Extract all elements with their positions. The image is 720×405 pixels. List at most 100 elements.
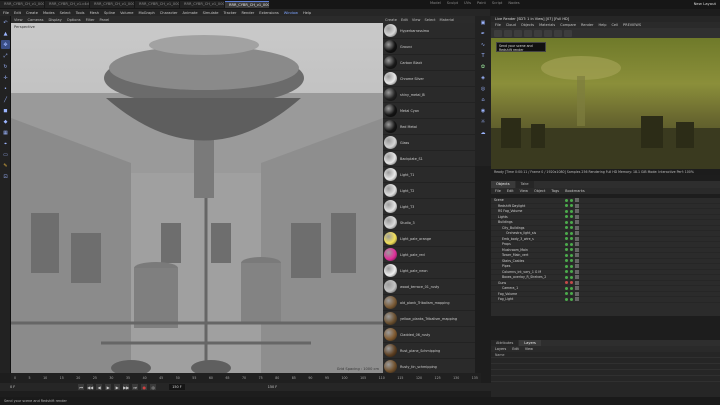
autokey-icon[interactable]: ◎ <box>150 384 157 390</box>
render-button[interactable] <box>494 29 502 37</box>
polygons-mode-icon[interactable]: ◼ <box>1 106 10 115</box>
menu-extensions[interactable]: Extensions <box>259 11 279 15</box>
material-item[interactable]: Metal Cyan <box>383 103 475 119</box>
compare-button[interactable] <box>534 29 542 37</box>
material-menu-view[interactable]: View <box>412 18 421 22</box>
picture-viewer-menu-item[interactable]: Cloud <box>506 23 516 27</box>
document-tab[interactable]: RRR_CYBR_CH_v1_0003.c4d* <box>0 1 44 8</box>
editor-visibility-dot[interactable] <box>565 242 568 246</box>
render-visibility-dot[interactable] <box>570 209 573 213</box>
next-key-icon[interactable]: ▶▶ <box>123 384 129 390</box>
brush-icon[interactable]: ✎ <box>1 161 10 170</box>
editor-visibility-dot[interactable] <box>565 292 568 296</box>
render-visibility-dot[interactable] <box>570 220 573 224</box>
object-tag-icon[interactable] <box>575 269 579 274</box>
editor-visibility-dot[interactable] <box>565 220 568 224</box>
material-item[interactable]: old_plank_Tribalism_mapping <box>383 295 475 311</box>
material-item[interactable]: Hyperbarrassimo <box>383 23 475 39</box>
object-tag-icon[interactable] <box>575 242 579 247</box>
document-tab-active[interactable]: RRR_CYBR_CH_v1_0007.c4d* <box>225 1 269 8</box>
workspace-uvs[interactable]: UVs <box>464 1 471 5</box>
render-visibility-dot[interactable] <box>570 237 573 241</box>
editor-visibility-dot[interactable] <box>565 286 568 290</box>
object-visibility-flags[interactable] <box>565 226 573 230</box>
object-tag-icon[interactable] <box>575 220 579 225</box>
camera-icon[interactable]: ◉ <box>479 107 487 115</box>
material-item[interactable]: shiny_metal_Bl <box>383 87 475 103</box>
object-tag-icon[interactable] <box>575 264 579 269</box>
object-visibility-flags[interactable] <box>565 264 573 268</box>
text-icon[interactable]: T <box>479 52 487 60</box>
object-visibility-flags[interactable] <box>565 242 573 246</box>
move-icon[interactable]: ✥ <box>1 40 10 49</box>
menu-create[interactable]: Create <box>26 11 38 15</box>
material-item[interactable]: Rust_plane_Schmipping <box>383 343 475 359</box>
render-visibility-dot[interactable] <box>570 198 573 202</box>
menu-window[interactable]: Window <box>284 11 298 15</box>
material-item[interactable]: Light_T3 <box>383 199 475 215</box>
object-tag-icon[interactable] <box>575 275 579 280</box>
rotate-icon[interactable]: ↻ <box>1 62 10 71</box>
render-visibility-dot[interactable] <box>570 292 573 296</box>
object-tag-icon[interactable] <box>575 247 579 252</box>
material-menu-create[interactable]: Create <box>385 18 397 22</box>
object-tag-icon[interactable] <box>575 258 579 263</box>
object-menu-view[interactable]: View <box>520 189 528 193</box>
workspace-model[interactable]: Model <box>430 1 441 5</box>
prev-frame-icon[interactable]: ◀ <box>96 384 103 390</box>
new-layout-button[interactable]: New Layout <box>694 1 716 6</box>
menu-render[interactable]: Render <box>241 11 254 15</box>
viewport-menu-filter[interactable]: Filter <box>86 18 95 22</box>
viewport-menu-view[interactable]: View <box>14 18 23 22</box>
picture-viewer-menu-item[interactable]: Cell <box>611 23 618 27</box>
object-tag-icon[interactable] <box>575 236 579 241</box>
object-visibility-flags[interactable] <box>565 215 573 219</box>
render-visibility-dot[interactable] <box>570 248 573 252</box>
picture-viewer-menu-item[interactable]: Help <box>599 23 607 27</box>
stop-render-button[interactable] <box>504 29 512 37</box>
play-icon[interactable]: ▶ <box>105 384 112 390</box>
workspace-nodes[interactable]: Nodes <box>508 1 519 5</box>
viewport-menu-options[interactable]: Options <box>67 18 81 22</box>
menu-help[interactable]: Help <box>303 11 311 15</box>
edges-mode-icon[interactable]: ╱ <box>1 95 10 104</box>
object-visibility-flags[interactable] <box>565 231 573 235</box>
settings-button[interactable] <box>564 29 572 37</box>
render-visibility-dot[interactable] <box>570 270 573 274</box>
render-visibility-dot[interactable] <box>570 259 573 263</box>
editor-visibility-dot[interactable] <box>565 281 568 285</box>
object-visibility-flags[interactable] <box>565 248 573 252</box>
render-visibility-dot[interactable] <box>570 204 573 208</box>
material-item[interactable]: Cladded_06_rusty <box>383 327 475 343</box>
snap-icon[interactable]: ⌖ <box>1 139 10 148</box>
render-visibility-dot[interactable] <box>570 231 573 235</box>
object-menu-file[interactable]: File <box>495 189 501 193</box>
picture-viewer-menu-item[interactable]: File <box>495 23 501 27</box>
menu-tools[interactable]: Tools <box>76 11 85 15</box>
color-picker-button[interactable] <box>554 29 562 37</box>
layers-menu-layers[interactable]: Layers <box>495 347 506 351</box>
menu-volume[interactable]: Volume <box>120 11 133 15</box>
object-tag-icon[interactable] <box>575 198 579 203</box>
timeline-ruler[interactable]: 0 5 10 15 20 25 30 35 40 45 50 55 60 65 70 75 80 85 90 95 10… <box>11 373 481 383</box>
deformer-icon[interactable]: ◈ <box>479 74 487 82</box>
menu-file[interactable]: File <box>3 11 9 15</box>
tab-take[interactable]: Take <box>515 181 534 188</box>
render-visibility-dot[interactable] <box>570 264 573 268</box>
render-visibility-dot[interactable] <box>570 297 573 301</box>
object-visibility-flags[interactable] <box>565 198 573 202</box>
lock-icon[interactable]: ⊡ <box>1 172 10 181</box>
region-button[interactable] <box>524 29 532 37</box>
material-item[interactable]: Light_T2 <box>383 183 475 199</box>
editor-visibility-dot[interactable] <box>565 198 568 202</box>
editor-visibility-dot[interactable] <box>565 226 568 230</box>
object-menu-tags[interactable]: Tags <box>551 189 559 193</box>
object-visibility-flags[interactable] <box>565 253 573 257</box>
environment-icon[interactable]: ☁ <box>479 129 487 137</box>
next-frame-icon[interactable]: ▶ <box>114 384 121 390</box>
editor-visibility-dot[interactable] <box>565 231 568 235</box>
menu-simulate[interactable]: Simulate <box>203 11 219 15</box>
object-tag-icon[interactable] <box>575 214 579 219</box>
object-visibility-flags[interactable] <box>565 237 573 241</box>
generator-icon[interactable]: ✿ <box>479 63 487 71</box>
